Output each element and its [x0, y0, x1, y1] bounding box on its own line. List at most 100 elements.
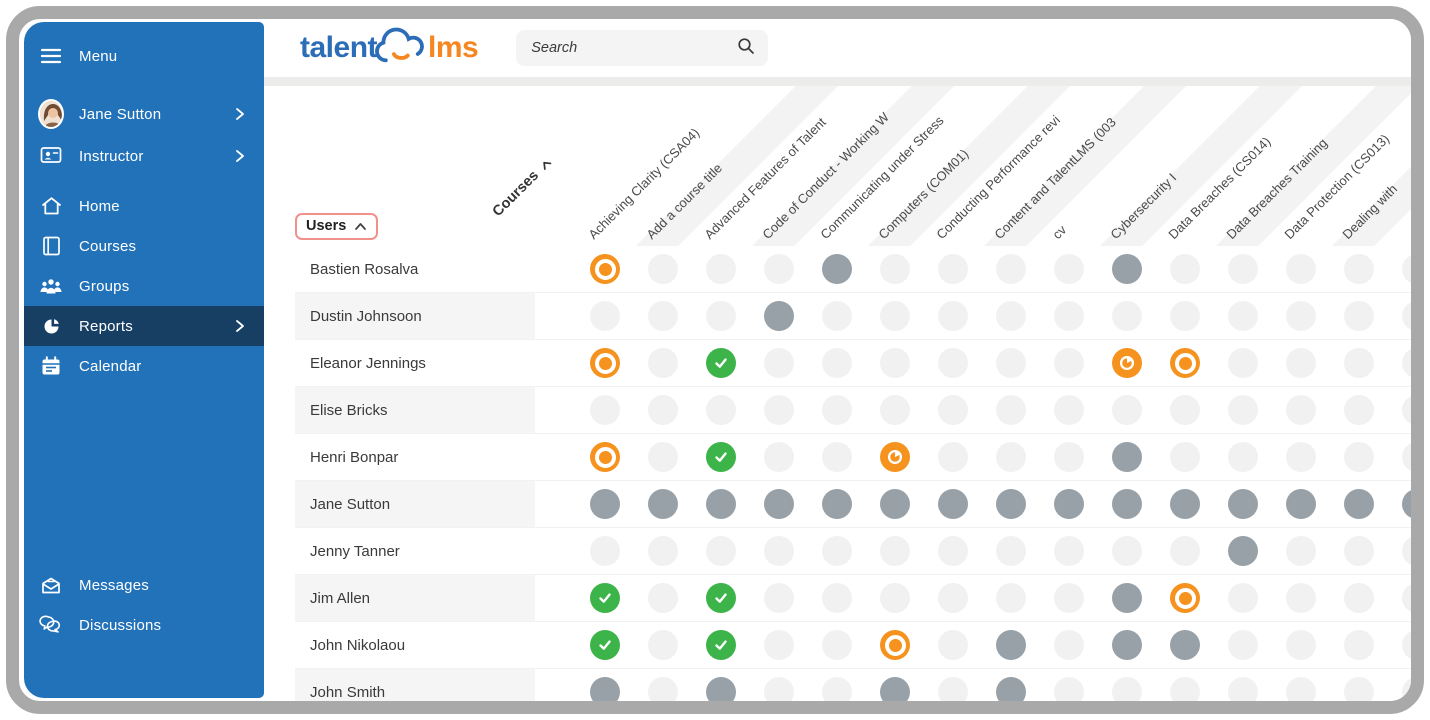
status-dot-empty[interactable]	[880, 348, 910, 378]
status-dot-empty[interactable]	[1228, 630, 1258, 660]
user-name[interactable]: Jim Allen	[295, 575, 535, 621]
status-dot-empty[interactable]	[1228, 254, 1258, 284]
status-dot-empty[interactable]	[1402, 348, 1411, 378]
status-dot-gray-filled[interactable]	[1402, 489, 1411, 519]
status-dot-empty[interactable]	[764, 583, 794, 613]
status-dot-gray-filled[interactable]	[938, 489, 968, 519]
status-dot-empty[interactable]	[996, 536, 1026, 566]
status-dot-gray-filled[interactable]	[1112, 442, 1142, 472]
status-dot-empty[interactable]	[938, 442, 968, 472]
sidebar-item-reports[interactable]: Reports	[24, 306, 264, 346]
status-dot-empty[interactable]	[1054, 630, 1084, 660]
status-dot-empty[interactable]	[648, 348, 678, 378]
sidebar-item-messages[interactable]: Messages	[24, 565, 264, 605]
status-dot-empty[interactable]	[822, 442, 852, 472]
status-dot-empty[interactable]	[1054, 348, 1084, 378]
status-dot-empty[interactable]	[706, 395, 736, 425]
status-dot-gray-filled[interactable]	[1054, 489, 1084, 519]
status-dot-empty[interactable]	[648, 583, 678, 613]
status-dot-empty[interactable]	[1286, 677, 1316, 701]
search-input[interactable]	[529, 39, 737, 57]
status-dot-empty[interactable]	[648, 630, 678, 660]
status-dot-empty[interactable]	[706, 254, 736, 284]
status-dot-empty[interactable]	[822, 630, 852, 660]
status-dot-gray-filled[interactable]	[880, 489, 910, 519]
status-dot-green-check[interactable]	[706, 442, 736, 472]
status-dot-gray-filled[interactable]	[590, 489, 620, 519]
status-dot-empty[interactable]	[996, 254, 1026, 284]
status-dot-empty[interactable]	[1344, 442, 1374, 472]
course-header[interactable]: cv	[1049, 222, 1069, 242]
status-dot-empty[interactable]	[822, 395, 852, 425]
status-dot-empty[interactable]	[938, 301, 968, 331]
status-dot-empty[interactable]	[880, 583, 910, 613]
status-dot-gray-filled[interactable]	[1112, 489, 1142, 519]
status-dot-empty[interactable]	[938, 677, 968, 701]
status-dot-gray-filled[interactable]	[1170, 630, 1200, 660]
sidebar-item-profile[interactable]: Jane Sutton	[24, 92, 264, 136]
status-dot-empty[interactable]	[822, 348, 852, 378]
status-dot-gray-filled[interactable]	[1112, 583, 1142, 613]
status-dot-empty[interactable]	[1344, 301, 1374, 331]
sidebar-item-home[interactable]: Home	[24, 186, 264, 226]
users-sort-button[interactable]: Users	[295, 213, 378, 240]
status-dot-empty[interactable]	[764, 254, 794, 284]
status-dot-empty[interactable]	[1112, 301, 1142, 331]
courses-sort-label[interactable]: Courses	[490, 154, 556, 220]
status-dot-empty[interactable]	[822, 536, 852, 566]
status-dot-empty[interactable]	[1402, 677, 1411, 701]
status-dot-empty[interactable]	[1402, 395, 1411, 425]
status-dot-empty[interactable]	[764, 395, 794, 425]
status-dot-empty[interactable]	[1170, 395, 1200, 425]
status-dot-orange-ring[interactable]	[590, 254, 620, 284]
status-dot-green-check[interactable]	[590, 630, 620, 660]
status-dot-empty[interactable]	[938, 395, 968, 425]
status-dot-gray-filled[interactable]	[1286, 489, 1316, 519]
status-dot-green-check[interactable]	[706, 583, 736, 613]
status-dot-empty[interactable]	[1054, 254, 1084, 284]
status-dot-empty[interactable]	[1054, 301, 1084, 331]
status-dot-gray-filled[interactable]	[996, 677, 1026, 701]
status-dot-empty[interactable]	[590, 395, 620, 425]
status-dot-empty[interactable]	[1054, 536, 1084, 566]
status-dot-empty[interactable]	[880, 254, 910, 284]
status-dot-empty[interactable]	[648, 301, 678, 331]
status-dot-empty[interactable]	[764, 348, 794, 378]
status-dot-empty[interactable]	[1228, 348, 1258, 378]
status-dot-empty[interactable]	[996, 583, 1026, 613]
status-dot-empty[interactable]	[1402, 254, 1411, 284]
status-dot-empty[interactable]	[1344, 583, 1374, 613]
status-dot-empty[interactable]	[996, 442, 1026, 472]
status-dot-orange-ring[interactable]	[1170, 348, 1200, 378]
status-dot-empty[interactable]	[1228, 442, 1258, 472]
status-dot-empty[interactable]	[1402, 630, 1411, 660]
status-dot-empty[interactable]	[706, 536, 736, 566]
status-dot-empty[interactable]	[1344, 348, 1374, 378]
status-dot-gray-filled[interactable]	[648, 489, 678, 519]
status-dot-empty[interactable]	[938, 630, 968, 660]
sidebar-item-calendar[interactable]: Calendar	[24, 346, 264, 386]
user-name[interactable]: John Smith	[295, 669, 535, 701]
status-dot-gray-filled[interactable]	[764, 489, 794, 519]
status-dot-empty[interactable]	[1286, 348, 1316, 378]
status-dot-empty[interactable]	[1112, 395, 1142, 425]
status-dot-gray-filled[interactable]	[822, 489, 852, 519]
status-dot-empty[interactable]	[1228, 583, 1258, 613]
status-dot-orange-ring[interactable]	[590, 348, 620, 378]
status-dot-empty[interactable]	[1402, 583, 1411, 613]
status-dot-empty[interactable]	[1344, 677, 1374, 701]
status-dot-orange-clock[interactable]	[880, 442, 910, 472]
status-dot-empty[interactable]	[1286, 254, 1316, 284]
status-dot-gray-filled[interactable]	[822, 254, 852, 284]
status-dot-empty[interactable]	[1344, 395, 1374, 425]
status-dot-empty[interactable]	[1286, 536, 1316, 566]
status-dot-empty[interactable]	[1344, 536, 1374, 566]
sidebar-item-groups[interactable]: Groups	[24, 266, 264, 306]
status-dot-empty[interactable]	[1170, 677, 1200, 701]
sidebar-item-menu[interactable]: Menu	[24, 36, 264, 76]
status-dot-gray-filled[interactable]	[1170, 489, 1200, 519]
status-dot-empty[interactable]	[996, 395, 1026, 425]
status-dot-gray-filled[interactable]	[880, 677, 910, 701]
status-dot-empty[interactable]	[764, 536, 794, 566]
status-dot-empty[interactable]	[1286, 630, 1316, 660]
